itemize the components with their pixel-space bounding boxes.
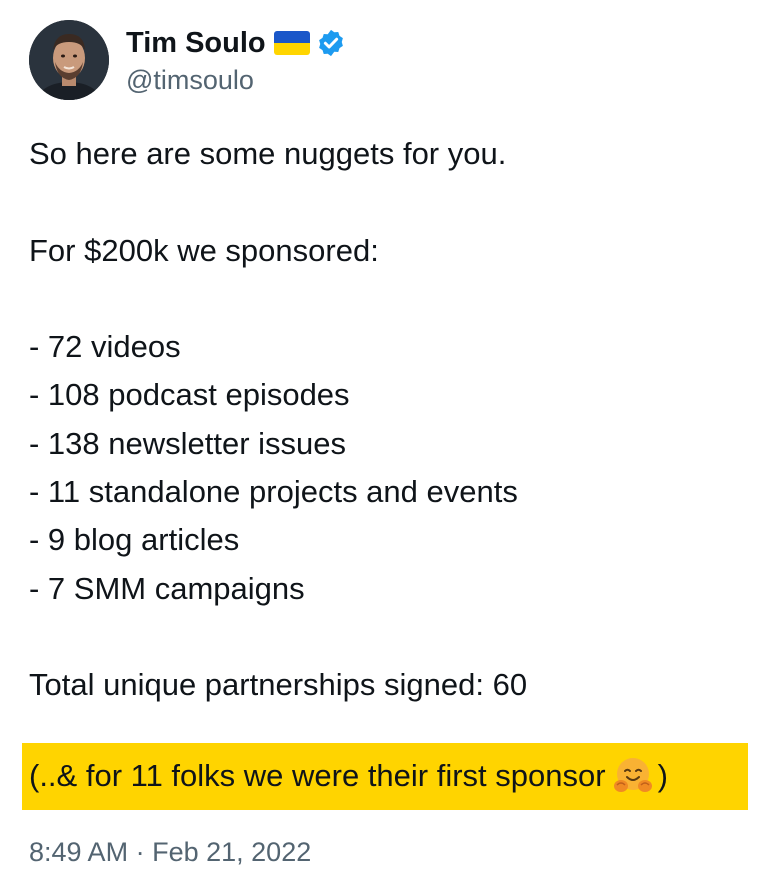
tweet-header: Tim Soulo @timsoulo bbox=[29, 20, 346, 100]
avatar[interactable] bbox=[29, 20, 109, 100]
tweet-list-item: - 7 SMM campaigns bbox=[29, 570, 305, 606]
display-name[interactable]: Tim Soulo bbox=[126, 27, 266, 60]
tweet-list-item: - 108 podcast episodes bbox=[29, 377, 350, 413]
author-handle[interactable]: @timsoulo bbox=[126, 63, 346, 97]
ukraine-flag-icon bbox=[273, 31, 310, 55]
verified-badge-icon[interactable] bbox=[316, 28, 346, 58]
tweet-list-item: - 72 videos bbox=[29, 329, 181, 365]
highlight-line: (..& for 11 folks we were their first sp… bbox=[29, 752, 668, 800]
tweet-list-item: - 138 newsletter issues bbox=[29, 425, 347, 461]
tweet-list-item: - 11 standalone projects and events bbox=[29, 474, 518, 510]
tweet-timestamp: 8:49 AM · Feb 21, 2022 bbox=[29, 832, 311, 872]
avatar-image bbox=[29, 20, 109, 100]
tweet-text: So here are some nuggets for you. For $2… bbox=[29, 130, 749, 710]
tweet-line: So here are some nuggets for you. bbox=[29, 136, 507, 171]
tweet-line: Total unique partnerships signed: 60 bbox=[29, 667, 528, 703]
tweet-time[interactable]: 8:49 AM bbox=[29, 837, 128, 867]
tweet-line: For $200k we sponsored: bbox=[29, 232, 379, 268]
tweet-card: Tim Soulo @timsoulo So here are some nug… bbox=[0, 0, 768, 888]
author-info: Tim Soulo @timsoulo bbox=[126, 23, 346, 97]
highlight-box: (..& for 11 folks we were their first sp… bbox=[22, 743, 748, 810]
timestamp-separator: · bbox=[135, 837, 145, 867]
name-row: Tim Soulo bbox=[126, 23, 346, 63]
hugging-face-emoji-icon bbox=[612, 755, 654, 797]
highlight-text: (..& for 11 folks we were their first sp… bbox=[29, 758, 606, 793]
tweet-date[interactable]: Feb 21, 2022 bbox=[152, 837, 311, 867]
highlight-closing: ) bbox=[657, 758, 668, 793]
tweet-list-item: - 9 blog articles bbox=[29, 522, 240, 558]
